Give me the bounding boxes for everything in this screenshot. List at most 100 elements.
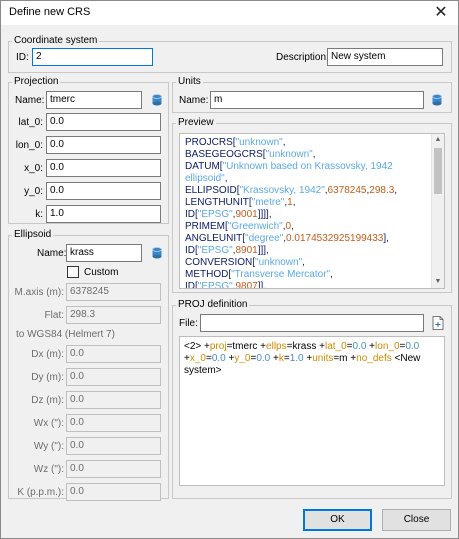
proj-definition-lines: <2> +proj=tmerc +ellps=krass +lat_0=0.0 … <box>184 341 442 377</box>
scroll-up-icon[interactable]: ▲ <box>432 134 444 146</box>
code-token: units <box>312 353 334 364</box>
code-token: "unknown" <box>255 257 303 268</box>
ok-button[interactable]: OK <box>303 509 372 531</box>
dz-input[interactable]: 0.0 <box>66 391 161 409</box>
code-token: ID[ <box>185 245 198 256</box>
code-token: "EPSG" <box>197 209 233 220</box>
ellipsoid-group: Ellipsoid Name: krass Custom M.axis (m):… <box>8 229 169 501</box>
code-token: "metre" <box>251 197 285 208</box>
k-input[interactable]: 1.0 <box>46 205 161 223</box>
param-label: x_0: <box>24 163 43 174</box>
preview-line: PRIMEM["Greenwich",0, <box>185 221 437 233</box>
database-icon[interactable] <box>432 94 442 106</box>
code-token: lat_0 <box>324 341 347 352</box>
helmert-label: Wz ("): <box>33 464 64 475</box>
custom-checkbox[interactable] <box>67 266 79 278</box>
code-token: CONVERSION[ <box>185 257 256 268</box>
units-title: Units <box>176 76 203 88</box>
lon0-input[interactable]: 0.0 <box>46 136 161 154</box>
title-bar: Define new CRS ✕ <box>1 1 458 25</box>
description-label: Description: <box>276 52 329 63</box>
scroll-thumb[interactable] <box>434 148 442 194</box>
code-token: "EPSG" <box>197 245 233 256</box>
code-token: y_0 <box>234 353 251 364</box>
code-token: ellipsoid" <box>185 173 225 184</box>
param-label: lon_0: <box>15 140 43 151</box>
preview-scrollbar[interactable]: ▲ ▼ <box>431 134 444 288</box>
ellipsoid-title: Ellipsoid <box>12 229 54 241</box>
code-token: , <box>291 221 294 232</box>
y0-input[interactable]: 0.0 <box>46 182 161 200</box>
id-input[interactable]: 2 <box>32 48 153 66</box>
code-token: "Unknown based on Krassovsky, 1942 <box>222 161 393 172</box>
code-token: "Greenwich" <box>227 221 283 232</box>
maxis-input[interactable]: 6378245 <box>66 283 161 301</box>
code-token: ]]], <box>257 245 269 256</box>
close-icon[interactable]: ✕ <box>430 2 452 24</box>
window-title: Define new CRS <box>9 6 91 18</box>
file-input[interactable] <box>200 314 424 332</box>
code-token: , <box>282 137 286 148</box>
helmert-label: Dz (m): <box>31 395 64 406</box>
code-token: 298.3 <box>369 185 395 196</box>
param-label: lat_0: <box>18 117 43 128</box>
code-token: BASEGEOGCRS[ <box>185 149 266 160</box>
code-token: <New <box>391 353 421 364</box>
file-icon[interactable] <box>432 316 444 330</box>
code-token: <2> <box>184 341 205 352</box>
k-ppm-input[interactable]: 0.0 <box>66 483 161 501</box>
code-token: + <box>347 353 357 364</box>
code-token: x_0 <box>189 353 206 364</box>
proj-definition-title: PROJ definition <box>176 299 250 311</box>
projection-name-label: Name: <box>15 95 45 106</box>
custom-label: Custom <box>84 267 119 278</box>
code-token: DATUM[ <box>185 161 223 172</box>
code-token: "EPSG" <box>197 281 233 289</box>
code-token: + <box>270 353 279 364</box>
scroll-down-icon[interactable]: ▼ <box>432 276 444 288</box>
database-icon[interactable] <box>152 94 162 106</box>
wy-input[interactable]: 0.0 <box>66 437 161 455</box>
description-input[interactable]: New system <box>327 48 443 66</box>
wx-input[interactable]: 0.0 <box>66 414 161 432</box>
code-token: =krass <box>286 341 317 352</box>
code-token: 0.0 <box>211 353 226 364</box>
code-token: + <box>316 341 325 352</box>
lat0-input[interactable]: 0.0 <box>46 113 161 131</box>
units-name-label: Name: <box>179 95 209 106</box>
proj-line: +x_0=0.0 +y_0=0.0 +k=1.0 +units=m +no_de… <box>184 353 442 365</box>
database-icon[interactable] <box>152 247 162 259</box>
helmert-label: Dy (m): <box>31 372 64 383</box>
preview-line: DATUM["Unknown based on Krassovsky, 1942 <box>185 161 437 173</box>
preview-text[interactable]: PROJCRS["unknown", BASEGEOGCRS["unknown"… <box>179 133 445 289</box>
code-token: "Krassovsky, 1942" <box>239 185 325 196</box>
code-token: 0.0174532925199433 <box>286 233 384 244</box>
preview-line: BASEGEOGCRS["unknown", <box>185 149 437 161</box>
proj-definition-text[interactable]: <2> +proj=tmerc +ellps=krass +lat_0=0.0 … <box>179 336 445 486</box>
projection-name-input[interactable]: tmerc <box>46 91 142 109</box>
x0-input[interactable]: 0.0 <box>46 159 161 177</box>
param-label: k: <box>35 209 43 220</box>
wz-input[interactable]: 0.0 <box>66 460 161 478</box>
projection-group: Projection Name: tmerc lat_0: 0.0 lon_0:… <box>8 76 169 224</box>
proj-line: system> <box>184 365 442 377</box>
preview-line: ELLIPSOID["Krassovsky, 1942",6378245,298… <box>185 185 437 197</box>
code-token: , <box>292 197 296 208</box>
code-token: 0.0 <box>256 353 271 364</box>
dx-input[interactable]: 0.0 <box>66 345 161 363</box>
helmert-label: Dx (m): <box>31 349 64 360</box>
ellipsoid-name-label: Name: <box>37 248 67 259</box>
code-token: + <box>257 341 267 352</box>
preview-line: METHOD["Transverse Mercator", <box>185 269 437 281</box>
preview-group: Preview PROJCRS["unknown", BASEGEOGCRS["… <box>172 117 452 293</box>
close-button[interactable]: Close <box>382 509 451 531</box>
units-name-input[interactable]: m <box>210 91 424 109</box>
code-token: , <box>312 149 316 160</box>
code-token: ]], <box>257 281 267 289</box>
ellipsoid-name-input[interactable]: krass <box>66 244 142 262</box>
code-token: 9001 <box>235 209 258 220</box>
flat-input[interactable]: 298.3 <box>66 306 161 324</box>
dy-input[interactable]: 0.0 <box>66 368 161 386</box>
proj-line: <2> +proj=tmerc +ellps=krass +lat_0=0.0 … <box>184 341 442 353</box>
coordinate-system-title: Coordinate system <box>12 35 100 47</box>
